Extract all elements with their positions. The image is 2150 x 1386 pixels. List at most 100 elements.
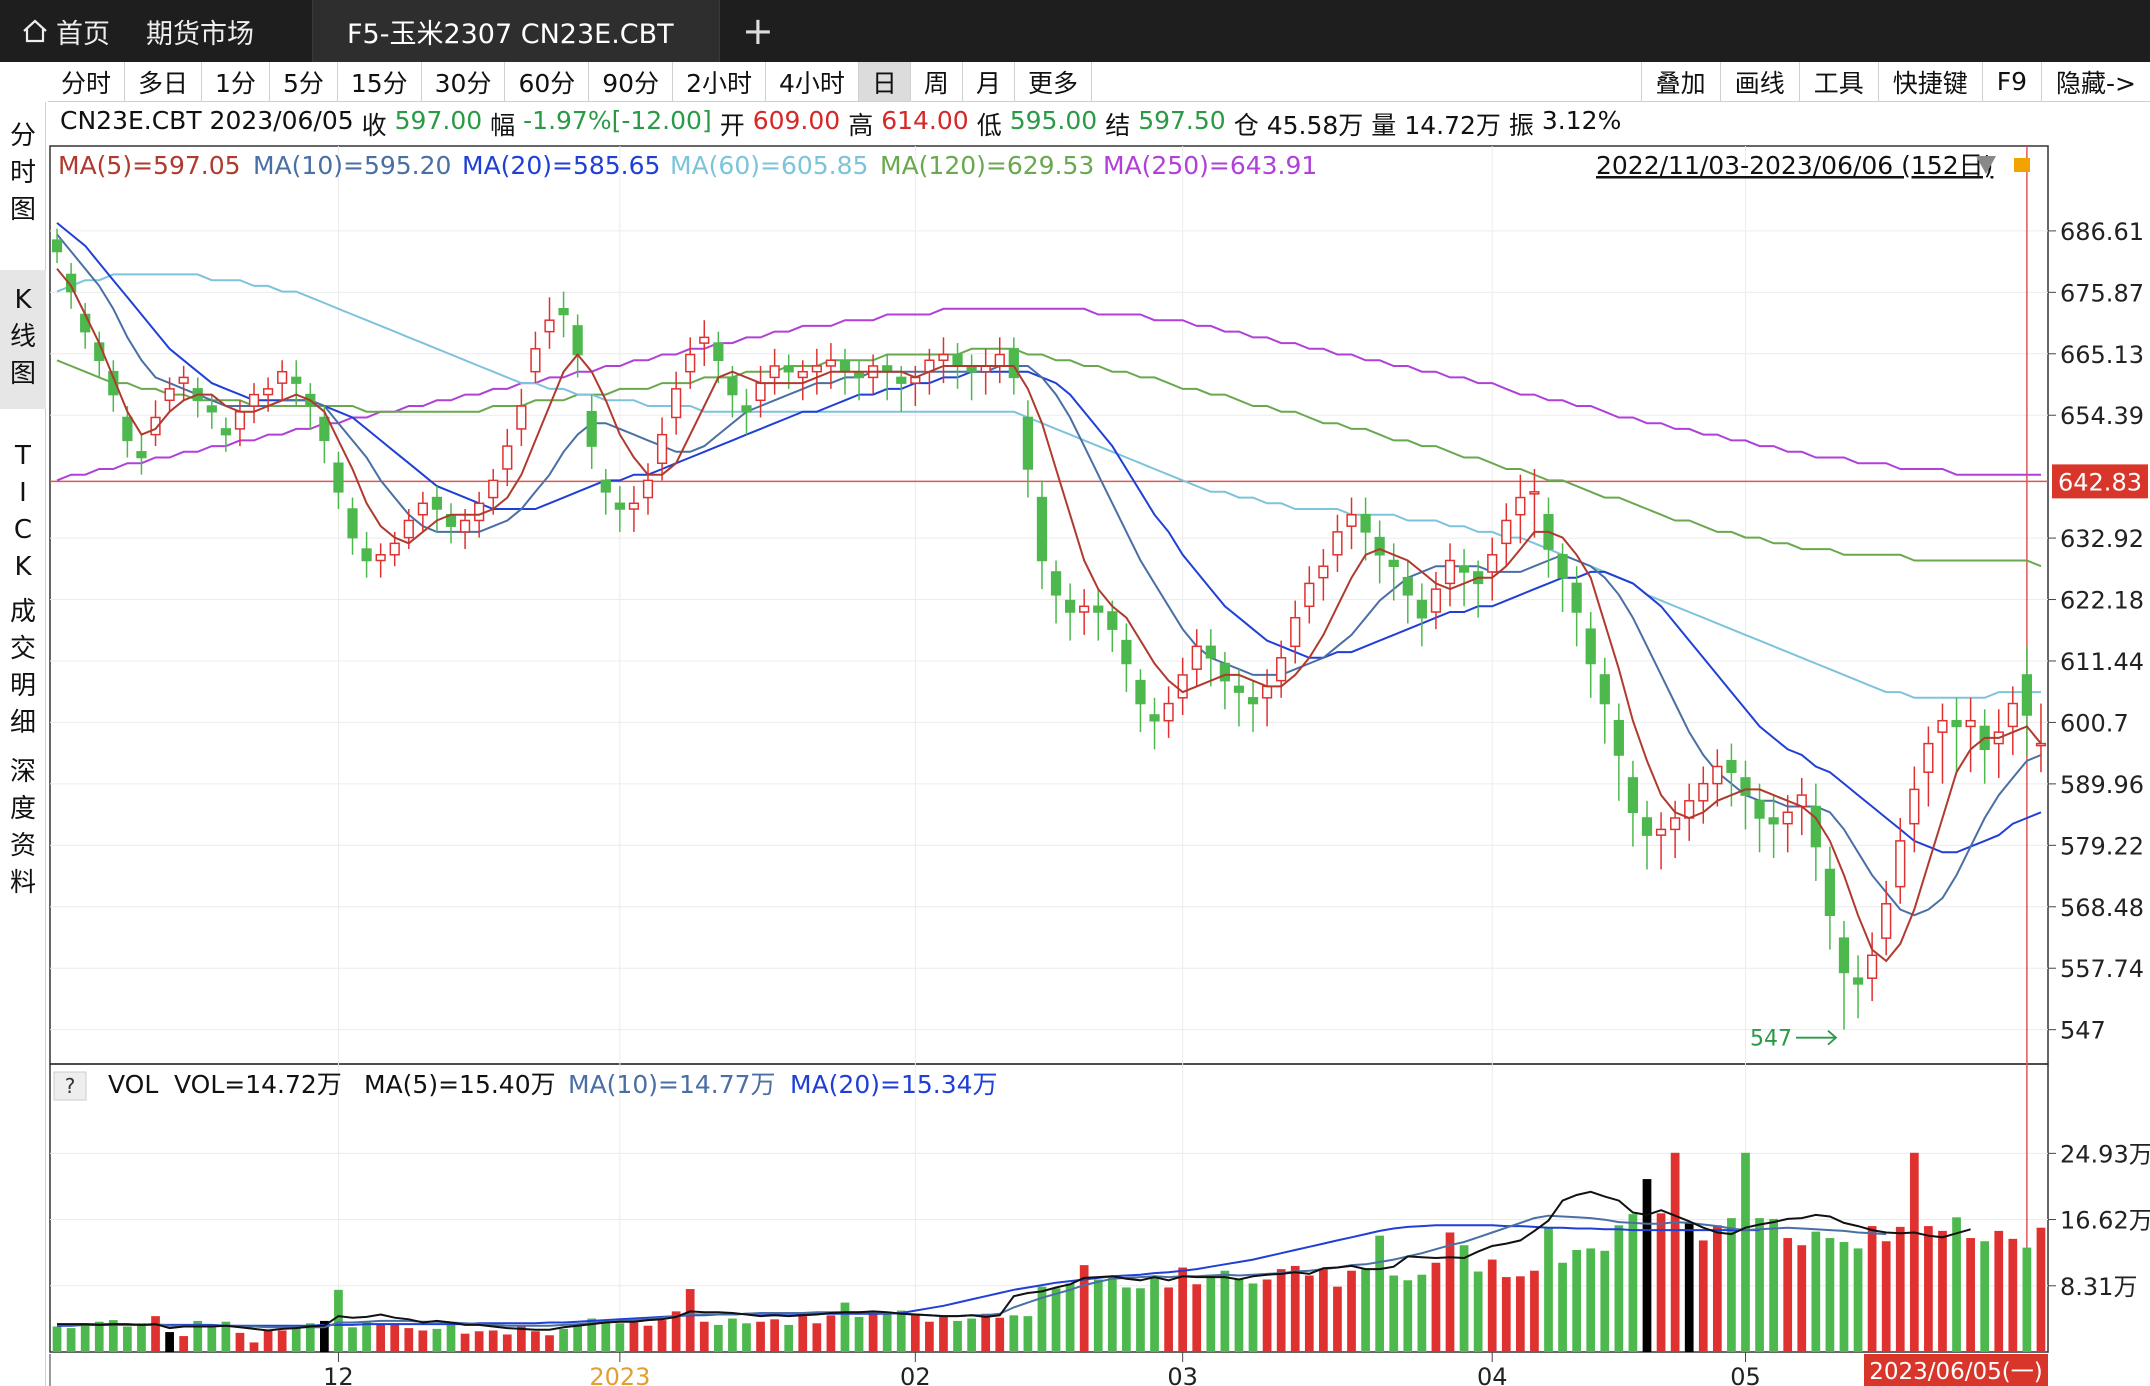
- volume-bar: [713, 1324, 723, 1352]
- volume-bar: [1023, 1316, 1033, 1352]
- candle-body: [1529, 491, 1540, 495]
- volume-bar: [94, 1321, 104, 1352]
- candle-body: [839, 359, 851, 373]
- volume-bar: [629, 1322, 639, 1352]
- candle-body: [1360, 513, 1371, 533]
- candle-body: [431, 496, 443, 510]
- volume-bar: [882, 1314, 892, 1352]
- volume-bar: [1741, 1152, 1750, 1352]
- range-label: 2022/11/03-2023/06/06 (152日): [1596, 151, 1993, 180]
- price-tick-label: 547: [2060, 1017, 2106, 1045]
- candle-body: [1698, 782, 1709, 802]
- volume-bar: [1572, 1250, 1582, 1352]
- candle-body: [1247, 697, 1259, 705]
- candle-body: [558, 308, 569, 316]
- candle-body: [1627, 777, 1639, 814]
- volume-bar: [1501, 1277, 1511, 1352]
- volume-bar: [1206, 1274, 1216, 1352]
- candle-body: [572, 325, 583, 356]
- candle-body: [811, 365, 822, 373]
- candle-body: [459, 519, 471, 533]
- volume-bar: [1924, 1226, 1933, 1352]
- candle-body: [1585, 628, 1596, 665]
- current-date-label: 2023/06/05(一): [1869, 1359, 2043, 1385]
- candle-body: [1937, 719, 1948, 733]
- candle-body: [1670, 817, 1681, 831]
- candle-body: [1951, 719, 1962, 728]
- volume-bar: [1234, 1278, 1244, 1352]
- volume-bar: [1600, 1250, 1610, 1352]
- candle-body: [656, 433, 668, 464]
- candle-body: [1177, 674, 1188, 699]
- volume-bar: [1558, 1262, 1567, 1352]
- volume-bar: [1895, 1226, 1905, 1352]
- candle-body: [1036, 496, 1048, 562]
- candle-body: [1079, 605, 1090, 613]
- time-tick-label: 02: [900, 1363, 931, 1386]
- main-panel-frame: [49, 145, 2049, 1065]
- volume-bar: [1966, 1238, 1975, 1352]
- ma-label: MA(20)=585.65: [462, 151, 660, 180]
- time-tick-label: 12: [323, 1363, 354, 1386]
- volume-bar: [1417, 1274, 1427, 1352]
- volume-bar: [545, 1335, 554, 1352]
- candle-body: [277, 370, 288, 384]
- candle-body: [1557, 554, 1568, 579]
- candle-body: [614, 502, 625, 510]
- volume-tick-label: 24.93万: [2060, 1140, 2150, 1168]
- volume-bar: [854, 1316, 864, 1352]
- volume-bar: [1136, 1288, 1145, 1352]
- candle-body: [1444, 559, 1456, 585]
- candle-body: [1487, 554, 1498, 573]
- candle-body: [80, 313, 91, 333]
- volume-bar: [1220, 1270, 1230, 1352]
- kline-chart[interactable]: 686.61 675.87 665.13 654.39 632.92 622.18 611.…: [0, 0, 2150, 1386]
- candle-body: [727, 376, 738, 396]
- candle-body: [516, 405, 527, 430]
- volume-bar: [1262, 1279, 1272, 1352]
- ma-label: MA(250)=643.91: [1103, 151, 1317, 180]
- lock-icon: [2014, 158, 2030, 172]
- candle-body: [389, 542, 400, 556]
- candle-body: [1318, 565, 1329, 579]
- volume-bar: [334, 1289, 343, 1352]
- ma250-line: [56, 307, 2041, 482]
- volume-ma-label: MA(5)=15.40万: [364, 1070, 556, 1099]
- volume-bar: [1122, 1287, 1131, 1352]
- candle-body: [1374, 536, 1385, 556]
- volume-bar: [1389, 1275, 1399, 1352]
- candle-body: [1135, 679, 1146, 705]
- time-tick-label: 03: [1167, 1363, 1198, 1386]
- candle-body: [2035, 742, 2047, 747]
- vol-ma10-line: [57, 1214, 1887, 1329]
- candle-body: [1895, 840, 1906, 888]
- volume-bar: [2036, 1227, 2046, 1352]
- candle-body: [178, 376, 189, 384]
- volume-bar: [770, 1319, 779, 1352]
- volume-bar: [1459, 1245, 1469, 1352]
- price-tick-label: 632.92: [2060, 525, 2144, 553]
- volume-bar: [1727, 1218, 1736, 1352]
- volume-bar: [657, 1320, 667, 1352]
- candle-body: [488, 479, 499, 499]
- candle-body: [1458, 565, 1470, 573]
- candle-body: [1754, 800, 1765, 819]
- volume-bar: [1853, 1248, 1863, 1352]
- candle-body: [262, 388, 274, 396]
- price-tick-label: 611.44: [2060, 648, 2144, 676]
- volume-bar: [1684, 1222, 1694, 1352]
- volume-bar: [1952, 1217, 1961, 1352]
- volume-bar: [207, 1324, 217, 1352]
- candle-body: [825, 359, 837, 367]
- volume-bar: [1825, 1238, 1835, 1352]
- reference-price-label: 642.83: [2058, 468, 2142, 496]
- volume-bar: [488, 1330, 498, 1352]
- volume-label: VOL: [108, 1070, 158, 1099]
- candle-body: [586, 410, 597, 447]
- candle-body: [1290, 616, 1301, 648]
- volume-bar: [1107, 1275, 1117, 1352]
- candle-body: [333, 462, 344, 493]
- volume-bar: [1093, 1279, 1103, 1352]
- volume-bar: [474, 1331, 484, 1352]
- candle-body: [1064, 599, 1076, 613]
